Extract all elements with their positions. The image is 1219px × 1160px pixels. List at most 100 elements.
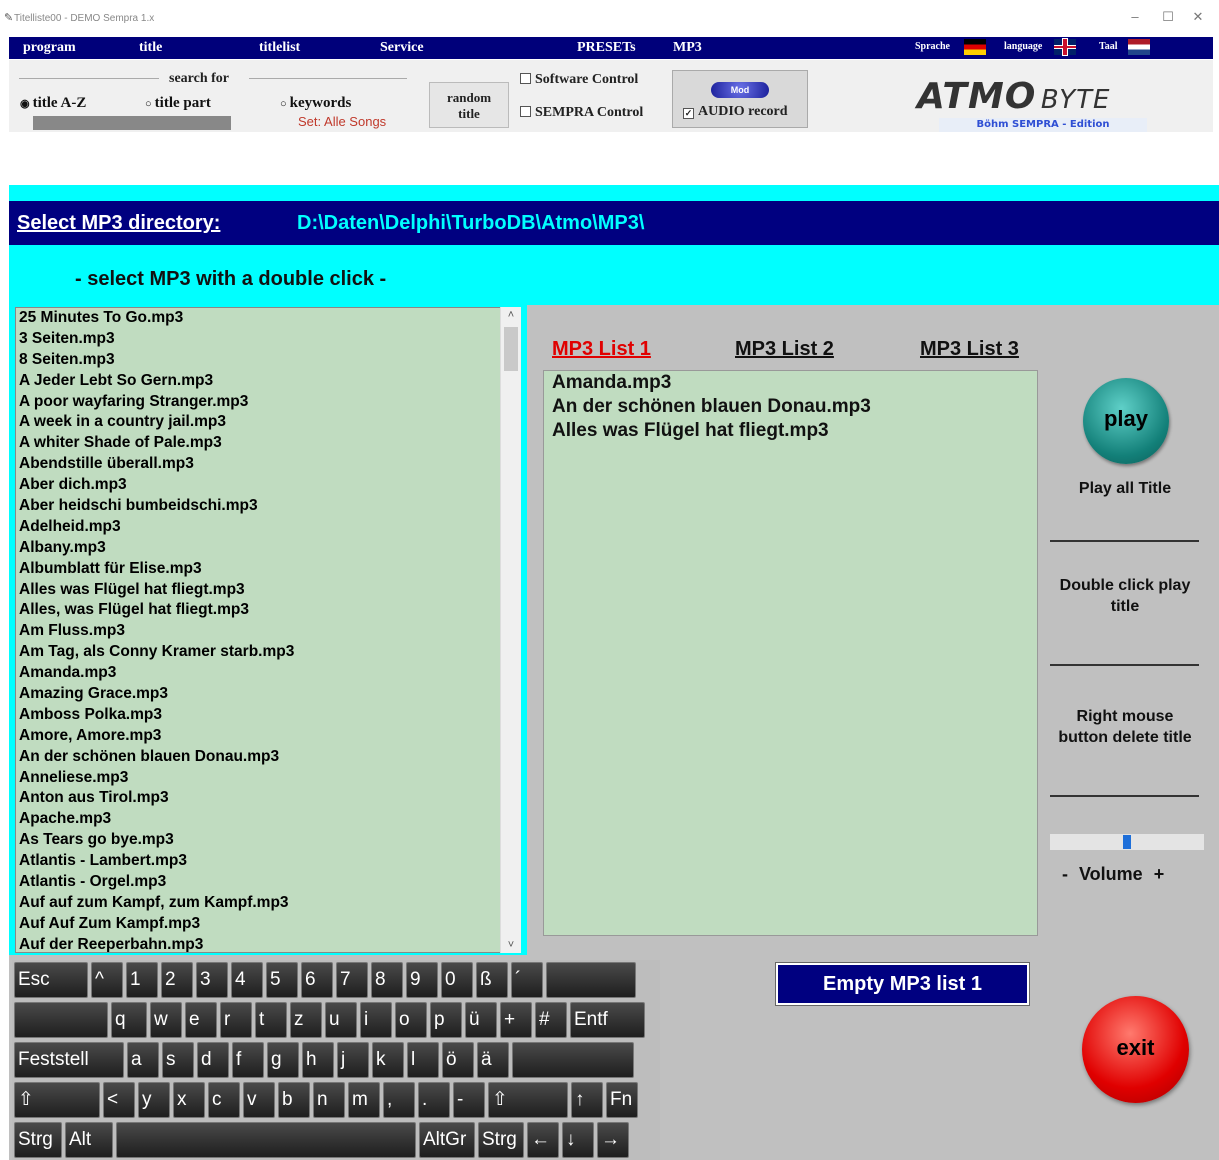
key-v[interactable]: v [243, 1082, 275, 1118]
list-item[interactable]: Auf Auf Zum Kampf.mp3 [16, 914, 520, 935]
mod-button[interactable]: Mod [711, 82, 769, 98]
key-h[interactable]: h [302, 1042, 334, 1078]
key-k[interactable]: k [372, 1042, 404, 1078]
list-item[interactable]: Amanda.mp3 [16, 663, 520, 684]
list-item[interactable]: Am Tag, als Conny Kramer starb.mp3 [16, 642, 520, 663]
list-item[interactable]: Aber dich.mp3 [16, 475, 520, 496]
list-item[interactable]: Amazing Grace.mp3 [16, 684, 520, 705]
play-button[interactable]: play [1083, 378, 1169, 464]
list-item[interactable]: Amore, Amore.mp3 [16, 726, 520, 747]
key-u[interactable]: u [325, 1002, 357, 1038]
list-item[interactable]: Albany.mp3 [16, 538, 520, 559]
audio-record-checkbox[interactable]: ✓ AUDIO record [683, 104, 788, 120]
uk-flag-icon[interactable] [1054, 39, 1076, 55]
software-control-checkbox[interactable]: Software Control [520, 72, 638, 88]
key-l[interactable]: l [407, 1042, 439, 1078]
list-item[interactable]: Anton aus Tirol.mp3 [16, 788, 520, 809]
key-6[interactable]: 6 [301, 962, 333, 998]
key-y[interactable]: y [138, 1082, 170, 1118]
menu-sprache[interactable]: Sprache [915, 41, 950, 52]
key-symbol[interactable]: ⇧ [488, 1082, 568, 1118]
key-z[interactable]: z [290, 1002, 322, 1038]
key-wide[interactable] [546, 962, 636, 998]
key-ö[interactable]: ö [442, 1042, 474, 1078]
list-item[interactable]: Anneliese.mp3 [16, 768, 520, 789]
menu-program[interactable]: program [23, 40, 76, 56]
scrollbar-thumb[interactable] [504, 327, 518, 371]
key-fn[interactable]: Fn [606, 1082, 638, 1118]
menu-title[interactable]: title [139, 40, 162, 56]
key-symbol[interactable]: ← [527, 1122, 559, 1158]
maximize-button[interactable]: ☐ [1153, 9, 1183, 25]
key-symbol[interactable]: ⇧ [14, 1082, 100, 1118]
search-input[interactable] [33, 116, 231, 130]
list-item[interactable]: A poor wayfaring Stranger.mp3 [16, 392, 520, 413]
select-directory-link[interactable]: Select MP3 directory: [17, 212, 220, 235]
key-f[interactable]: f [232, 1042, 264, 1078]
key-a[interactable]: a [127, 1042, 159, 1078]
key-symbol[interactable]: + [500, 1002, 532, 1038]
key-r[interactable]: r [220, 1002, 252, 1038]
menu-mp3[interactable]: MP3 [673, 40, 702, 56]
key-g[interactable]: g [267, 1042, 299, 1078]
radio-title-part[interactable]: ○ title part [145, 95, 211, 112]
menu-presets[interactable]: PRESETs [577, 40, 636, 56]
key-b[interactable]: b [278, 1082, 310, 1118]
key-i[interactable]: i [360, 1002, 392, 1038]
tab-mp3-list-3[interactable]: MP3 List 3 [920, 338, 1019, 361]
mp3-playlist[interactable]: Amanda.mp3 An der schönen blauen Donau.mp… [543, 370, 1038, 936]
list-item[interactable]: Auf auf zum Kampf, zum Kampf.mp3 [16, 893, 520, 914]
key-w[interactable]: w [150, 1002, 182, 1038]
key-n[interactable]: n [313, 1082, 345, 1118]
key-symbol[interactable]: ^ [91, 962, 123, 998]
sempra-control-checkbox[interactable]: SEMPRA Control [520, 105, 643, 121]
key-symbol[interactable]: ↑ [571, 1082, 603, 1118]
list-item[interactable]: A whiter Shade of Pale.mp3 [16, 433, 520, 454]
key-symbol[interactable]: ´ [511, 962, 543, 998]
key-9[interactable]: 9 [406, 962, 438, 998]
list-item[interactable]: 25 Minutes To Go.mp3 [16, 308, 520, 329]
radio-title-az[interactable]: ◉ title A-Z [20, 95, 86, 112]
scroll-up-icon[interactable]: ˄ [501, 309, 521, 321]
key-o[interactable]: o [395, 1002, 427, 1038]
list-item[interactable]: Abendstille überall.mp3 [16, 454, 520, 475]
scroll-down-icon[interactable]: ˅ [501, 939, 521, 951]
menu-language[interactable]: language [1004, 41, 1042, 52]
list-item[interactable]: A week in a country jail.mp3 [16, 412, 520, 433]
key-c[interactable]: c [208, 1082, 240, 1118]
key-3[interactable]: 3 [196, 962, 228, 998]
key-d[interactable]: d [197, 1042, 229, 1078]
key-s[interactable]: s [162, 1042, 194, 1078]
key-strg[interactable]: Strg [14, 1122, 62, 1158]
random-title-button[interactable]: random title [429, 82, 509, 128]
key-entf[interactable]: Entf [570, 1002, 645, 1038]
list-item[interactable]: A Jeder Lebt So Gern.mp3 [16, 371, 520, 392]
radio-keywords[interactable]: ○ keywords [280, 95, 351, 112]
list-item[interactable]: 3 Seiten.mp3 [16, 329, 520, 350]
minimize-button[interactable]: – [1120, 9, 1150, 24]
empty-list-button[interactable]: Empty MP3 list 1 [775, 962, 1030, 1006]
exit-button[interactable]: exit [1082, 996, 1189, 1103]
list-item[interactable]: Albumblatt für Elise.mp3 [16, 559, 520, 580]
key-symbol[interactable]: ↓ [562, 1122, 594, 1158]
menu-service[interactable]: Service [380, 40, 424, 56]
key-symbol[interactable]: < [103, 1082, 135, 1118]
playlist-item[interactable]: Amanda.mp3 [544, 371, 1037, 395]
list-item[interactable]: Atlantis - Orgel.mp3 [16, 872, 520, 893]
list-item[interactable]: Auf der Reeperbahn.mp3 [16, 935, 520, 952]
key-symbol[interactable]: - [453, 1082, 485, 1118]
volume-slider-thumb[interactable] [1123, 835, 1131, 849]
key-alt[interactable]: Alt [65, 1122, 113, 1158]
close-button[interactable]: ✕ [1183, 9, 1213, 25]
key-ä[interactable]: ä [477, 1042, 509, 1078]
list-item[interactable]: Am Fluss.mp3 [16, 621, 520, 642]
menu-taal[interactable]: Taal [1099, 41, 1118, 52]
list-item[interactable]: As Tears go bye.mp3 [16, 830, 520, 851]
list-item[interactable]: Alles, was Flügel hat fliegt.mp3 [16, 600, 520, 621]
key-5[interactable]: 5 [266, 962, 298, 998]
key-7[interactable]: 7 [336, 962, 368, 998]
tab-mp3-list-2[interactable]: MP3 List 2 [735, 338, 834, 361]
key-x[interactable]: x [173, 1082, 205, 1118]
key-altgr[interactable]: AltGr [419, 1122, 475, 1158]
key-1[interactable]: 1 [126, 962, 158, 998]
